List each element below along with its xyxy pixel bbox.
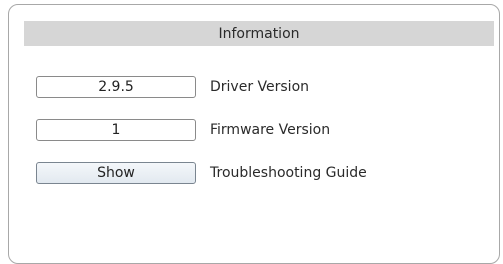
driver-version-field: 2.9.5 — [36, 76, 196, 98]
section-title: Information — [218, 25, 300, 42]
firmware-version-label: Firmware Version — [210, 122, 331, 138]
driver-version-label: Driver Version — [210, 79, 310, 95]
section-header: Information — [24, 21, 494, 46]
troubleshooting-guide-label: Troubleshooting Guide — [210, 165, 367, 181]
troubleshooting-row: Show Troubleshooting Guide — [36, 162, 367, 184]
driver-version-row: 2.9.5 Driver Version — [36, 76, 309, 98]
firmware-version-row: 1 Firmware Version — [36, 119, 330, 141]
firmware-version-field: 1 — [36, 119, 196, 141]
show-troubleshooting-button[interactable]: Show — [36, 162, 196, 184]
